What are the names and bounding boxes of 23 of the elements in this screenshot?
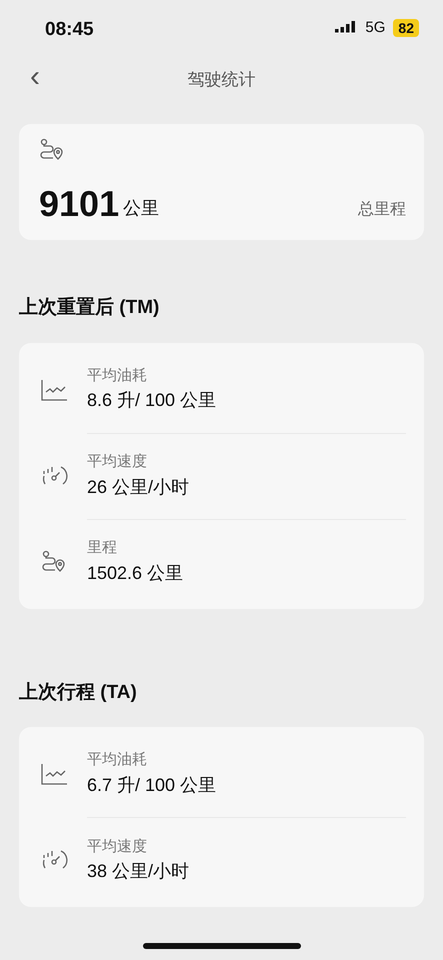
stat-label: 平均速度 [87, 452, 148, 472]
page-title: 驾驶统计 [188, 69, 256, 92]
total-distance: 9101 [39, 186, 120, 222]
route-icon [39, 138, 65, 162]
stat-label: 平均油耗 [87, 366, 148, 386]
line-chart-icon [39, 378, 69, 402]
stat-value: 8.6 升/ 100 公里 [87, 389, 218, 412]
stat-value: 6.7 升/ 100 公里 [87, 774, 218, 797]
stat-value: 1502.6 公里 [87, 562, 184, 585]
network-type: 5G [365, 18, 386, 38]
stat-value: 26 公里/小时 [87, 476, 190, 499]
total-label: 总里程 [358, 200, 406, 220]
stat-label: 平均油耗 [87, 750, 148, 770]
distance-unit: 公里 [123, 197, 160, 220]
section-heading: 上次行程 (TA) [19, 680, 138, 704]
stat-label: 平均速度 [87, 836, 148, 857]
stat-value: 38 公里/小时 [87, 860, 190, 884]
section-heading: 上次重置后 (TM) [19, 296, 160, 320]
battery-level: 82 [393, 19, 419, 37]
status-time: 08:45 [45, 18, 94, 42]
stat-label: 里程 [87, 538, 118, 558]
line-chart-icon [39, 762, 69, 786]
back-button[interactable]: ‹ [24, 62, 46, 92]
